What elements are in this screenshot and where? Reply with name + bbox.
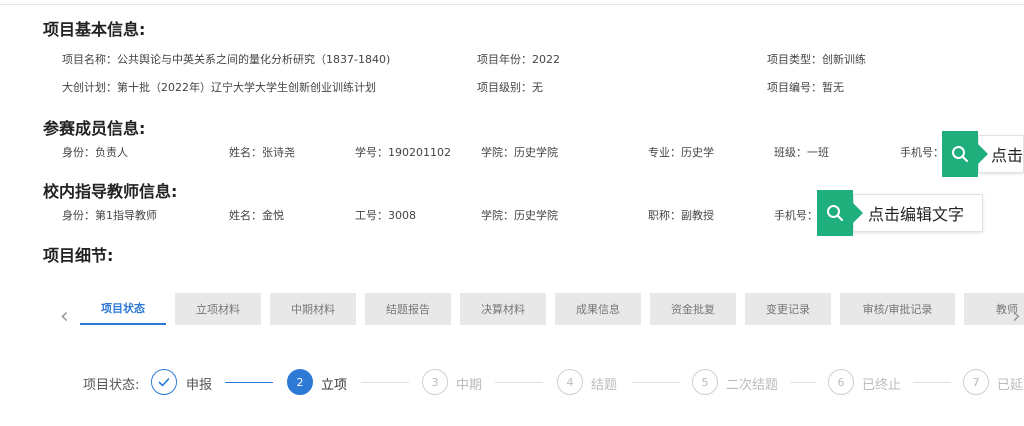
- step-line-1: [225, 382, 273, 383]
- field-advisor-id: 工号3008: [355, 207, 416, 223]
- field-advisor-name: 姓名金悦: [229, 207, 284, 223]
- field-advisor-title: 职称副教授: [648, 207, 714, 223]
- step-line-3: [495, 382, 543, 383]
- field-member-college: 学院历史学院: [481, 144, 558, 160]
- field-member-id: 学号190201102: [355, 144, 451, 160]
- tab-change-log[interactable]: 变更记录: [745, 293, 831, 325]
- field-member-role: 身份负责人: [62, 144, 128, 160]
- top-divider: [0, 4, 1024, 5]
- field-plan: 大创计划第十批（2022年）辽宁大学大学生创新创业训练计划: [62, 79, 376, 95]
- step-line-5: [790, 382, 816, 383]
- step-line-2: [361, 382, 409, 383]
- callout-text-advisor[interactable]: 点击编辑文字: [853, 194, 983, 232]
- status-steps: 项目状态: 申报 2 立项 3 中期 4 结题 5 二次结题 6 已终止 7 已…: [0, 366, 1024, 400]
- field-project-level: 项目级别无: [477, 79, 543, 95]
- tab-funding[interactable]: 资金批复: [650, 293, 736, 325]
- field-project-type: 项目类型创新训练: [767, 51, 866, 67]
- step-circle-3: 3: [422, 369, 448, 395]
- section-title-details: 项目细节:: [43, 246, 114, 265]
- step-circle-5: 5: [692, 369, 718, 395]
- section-title-basic: 项目基本信息:: [43, 20, 146, 39]
- field-project-code: 项目编号暂无: [767, 79, 844, 95]
- step-circle-7: 7: [963, 369, 989, 395]
- step-label-6: 已终止: [862, 378, 902, 393]
- field-member-class: 班级一班: [774, 144, 829, 160]
- field-advisor-college: 学院历史学院: [481, 207, 558, 223]
- step-label-4: 结题: [591, 378, 618, 393]
- edit-callout-advisor[interactable]: 点击编辑文字: [817, 190, 983, 236]
- field-member-major: 专业历史学: [648, 144, 714, 160]
- tab-results[interactable]: 成果信息: [555, 293, 641, 325]
- step-label-5: 二次结题: [726, 378, 779, 393]
- step-circle-4: 4: [557, 369, 583, 395]
- step-label-2: 立项: [321, 378, 348, 393]
- step-label-3: 中期: [456, 378, 483, 393]
- step-line-4: [632, 382, 680, 383]
- tab-settlement-docs[interactable]: 决算材料: [460, 293, 546, 325]
- tab-bar: 项目状态 立项材料 中期材料 结题报告 决算材料 成果信息 资金批复 变更记录 …: [80, 293, 1024, 327]
- chevron-left-icon[interactable]: ‹: [60, 304, 69, 329]
- step-circle-2: 2: [287, 369, 313, 395]
- field-project-name: 项目名称公共舆论与中英关系之间的量化分析研究（1837-1840): [62, 51, 390, 67]
- field-project-year: 项目年份2022: [477, 51, 560, 67]
- section-title-advisors: 校内指导教师信息:: [43, 182, 178, 201]
- check-icon: [151, 369, 177, 395]
- step-line-6: [913, 382, 951, 383]
- chevron-right-icon[interactable]: ›: [1012, 304, 1021, 329]
- step-circle-6: 6: [828, 369, 854, 395]
- search-icon: [942, 131, 988, 177]
- edit-callout-member[interactable]: 点击: [942, 131, 1024, 177]
- tab-final-report[interactable]: 结题报告: [365, 293, 451, 325]
- step-label-7: 已延: [997, 378, 1024, 393]
- step-label-1: 申报: [186, 378, 213, 393]
- tab-midterm-docs[interactable]: 中期材料: [270, 293, 356, 325]
- status-label: 项目状态:: [83, 378, 140, 393]
- field-advisor-phone: 手机号: [774, 207, 818, 223]
- field-advisor-role: 身份第1指导教师: [62, 207, 157, 223]
- tab-review-log[interactable]: 审核/审批记录: [840, 293, 955, 325]
- tab-status[interactable]: 项目状态: [80, 293, 166, 325]
- tab-approval-docs[interactable]: 立项材料: [175, 293, 261, 325]
- search-icon: [817, 190, 863, 236]
- field-member-name: 姓名张诗尧: [229, 144, 295, 160]
- field-member-phone: 手机号: [900, 144, 944, 160]
- section-title-members: 参赛成员信息:: [43, 119, 146, 138]
